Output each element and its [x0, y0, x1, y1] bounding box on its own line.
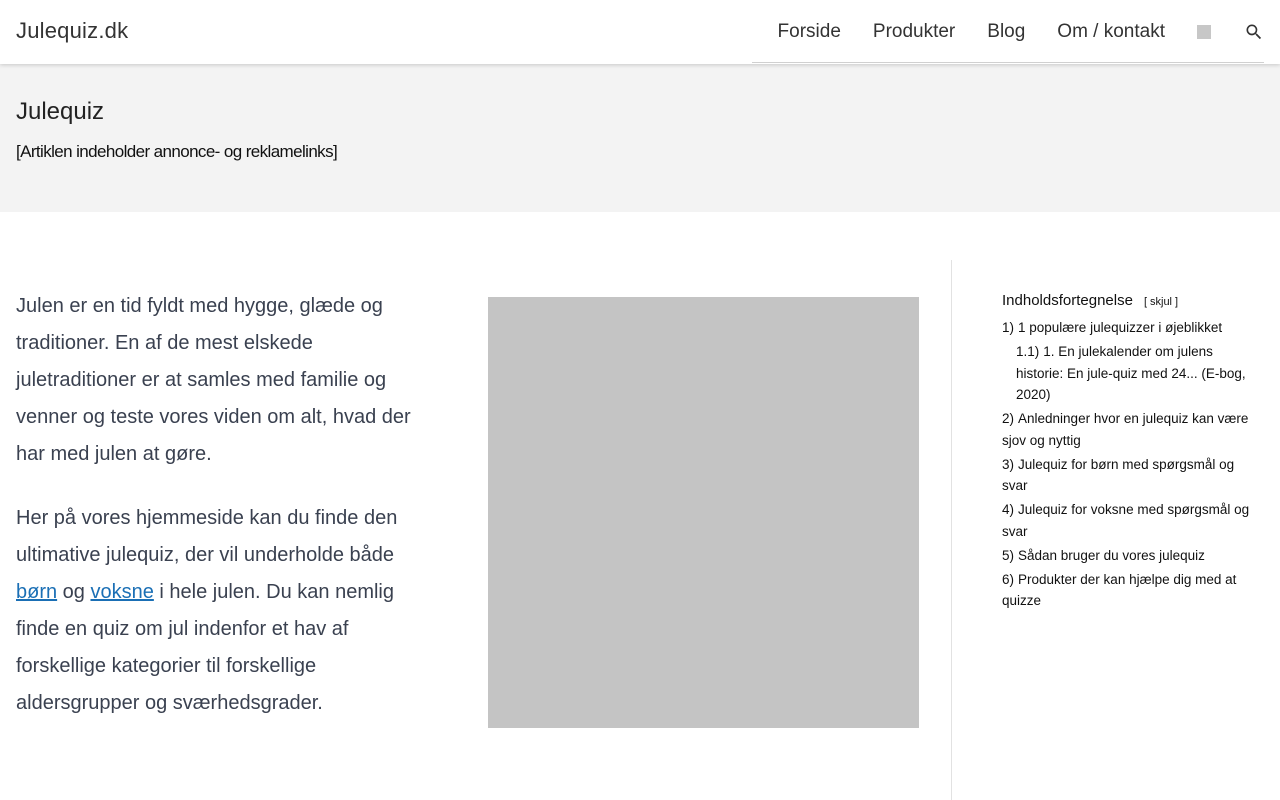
- toc-item-label[interactable]: 1. En julekalender om julens historie: E…: [1016, 344, 1246, 402]
- toc-item[interactable]: 5) Sådan bruger du vores julequiz: [1002, 545, 1252, 567]
- toc-item[interactable]: 3) Julequiz for børn med spørgsmål og sva…: [1002, 454, 1252, 497]
- toc-item-label[interactable]: Anledninger hvor en julequiz kan være sj…: [1002, 411, 1248, 448]
- toc-item-label[interactable]: Sådan bruger du vores julequiz: [1018, 548, 1205, 563]
- nav-blog[interactable]: Blog: [987, 21, 1025, 43]
- toc-title: Indholdsfortegnelse: [1002, 292, 1133, 309]
- image-placeholder-icon[interactable]: [1197, 25, 1211, 39]
- toc-item-label[interactable]: Julequiz for børn med spørgsmål og svar: [1002, 457, 1234, 494]
- site-title-link[interactable]: Julequiz.dk: [16, 18, 128, 44]
- toc-item-label[interactable]: 1 populære julequizzer i øjeblikket: [1018, 320, 1222, 335]
- toc-item-number: 1.1): [1016, 344, 1040, 359]
- paragraph-text: Her på vores hjemmeside kan du finde den…: [16, 507, 398, 566]
- article-image-placeholder: [488, 297, 919, 728]
- toc-header: Indholdsfortegnelse [skjul]: [1002, 292, 1252, 309]
- main-nav: Forside Produkter Blog Om / kontakt: [778, 0, 1264, 64]
- article-body: Julen er en tid fyldt med hygge, glæde o…: [16, 288, 436, 749]
- toc-item-label[interactable]: Julequiz for voksne med spørgsmål og sva…: [1002, 502, 1249, 539]
- link-voksne[interactable]: voksne: [90, 581, 153, 603]
- toc-item-number: 4): [1002, 502, 1015, 517]
- link-born[interactable]: børn: [16, 581, 57, 603]
- paragraph-text: og: [57, 581, 91, 603]
- toc-toggle-label[interactable]: skjul: [1150, 296, 1172, 308]
- toc-list: 1) 1 populære julequizzer i øjeblikket 1.…: [1002, 317, 1252, 612]
- toc-item-number: 2): [1002, 411, 1015, 426]
- toc-item-number: 5): [1002, 547, 1015, 563]
- nav-om-kontakt[interactable]: Om / kontakt: [1057, 21, 1165, 43]
- page-header-band: Julequiz [Artiklen indeholder annonce- o…: [0, 64, 1280, 212]
- toc-item-label[interactable]: Produkter der kan hjælpe dig med at quiz…: [1002, 572, 1236, 609]
- toc-item-number: 6): [1002, 571, 1015, 587]
- second-paragraph: Her på vores hjemmeside kan du finde den…: [16, 500, 436, 722]
- intro-paragraph: Julen er en tid fyldt med hygge, glæde o…: [16, 295, 411, 465]
- page-title: Julequiz: [16, 98, 105, 125]
- nav-produkter[interactable]: Produkter: [873, 21, 955, 43]
- nav-underline: [752, 62, 1264, 63]
- toc-toggle[interactable]: [skjul]: [1141, 296, 1181, 308]
- toc-item[interactable]: 1) 1 populære julequizzer i øjeblikket: [1002, 317, 1252, 339]
- toc-subitem[interactable]: 1.1) 1. En julekalender om julens histori…: [1002, 341, 1252, 406]
- ad-disclaimer: [Artiklen indeholder annonce- og reklame…: [16, 142, 338, 161]
- search-icon[interactable]: [1244, 22, 1264, 42]
- sidebar-divider: [951, 260, 952, 800]
- toc-item[interactable]: 2) Anledninger hvor en julequiz kan være …: [1002, 408, 1252, 451]
- toc-item[interactable]: 6) Produkter der kan hjælpe dig med at qu…: [1002, 569, 1252, 612]
- toc-item[interactable]: 4) Julequiz for voksne med spørgsmål og s…: [1002, 499, 1252, 542]
- toc-item-number: 3): [1002, 456, 1015, 472]
- toc-item-number: 1): [1002, 320, 1015, 335]
- table-of-contents: Indholdsfortegnelse [skjul] 1) 1 populære…: [1002, 292, 1252, 614]
- site-header: Julequiz.dk Forside Produkter Blog Om / …: [0, 0, 1280, 64]
- nav-forside[interactable]: Forside: [778, 21, 841, 43]
